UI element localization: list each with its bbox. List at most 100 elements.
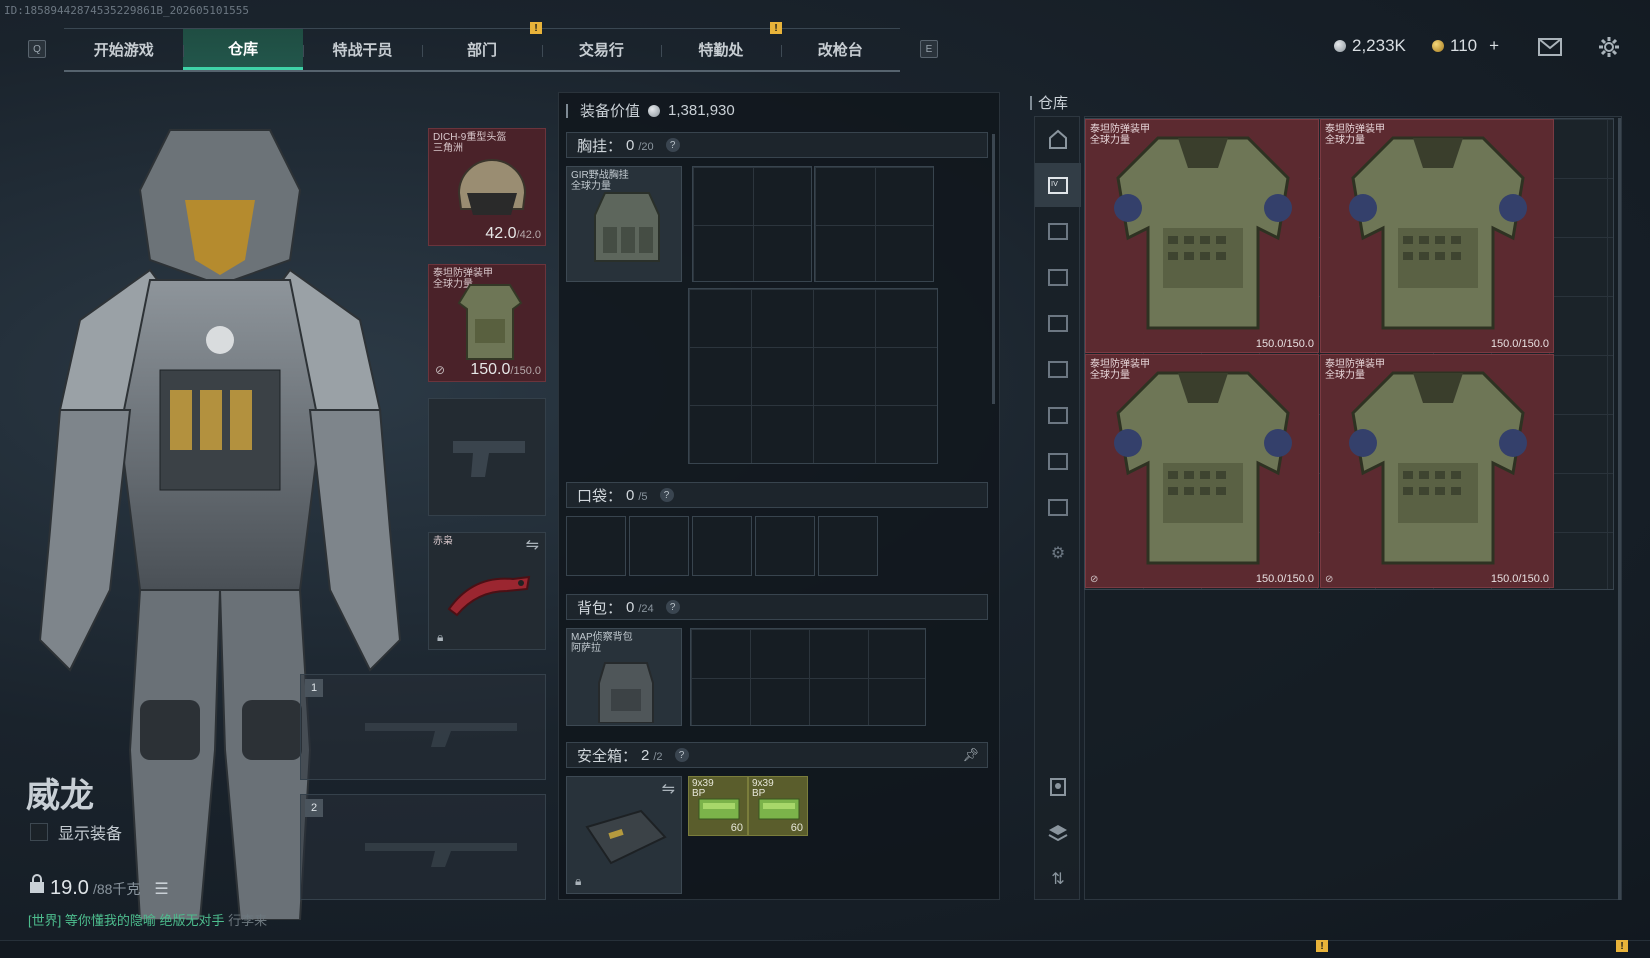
pistol-placeholder-icon	[453, 441, 525, 477]
rail-stash-page-4-icon[interactable]	[1035, 301, 1081, 345]
chest-rig-grid-b[interactable]	[814, 166, 934, 282]
safe-box-label: 安全箱：	[577, 747, 638, 765]
show-equipment-checkbox[interactable]	[30, 823, 48, 841]
backpack-item[interactable]: MAP侦察背包 阿萨拉	[566, 628, 682, 726]
prev-tab-key-hint: Q	[28, 40, 46, 58]
body-armor-icon	[457, 284, 523, 360]
swap-icon[interactable]: ⇋	[662, 779, 675, 799]
show-equipment-label: 显示装备	[58, 826, 123, 843]
settings-gear-icon[interactable]	[1598, 36, 1620, 63]
pistol-slot[interactable]	[428, 398, 546, 516]
rail-operator-icon[interactable]	[1035, 765, 1081, 809]
rifle-placeholder-icon	[365, 843, 517, 867]
silver-coin-icon	[1334, 40, 1346, 52]
melee-slot[interactable]: 赤枭 ⇋ 🔒︎	[428, 532, 546, 650]
help-icon[interactable]: ?	[659, 488, 674, 502]
chat-channel: [世界]	[28, 913, 62, 928]
pin-icon[interactable]: 📌︎	[962, 747, 979, 763]
ammo-item[interactable]: 9x39 BP 60	[748, 776, 808, 836]
rail-stash-page-6-icon[interactable]	[1035, 393, 1081, 437]
rail-stash-page-5-icon[interactable]	[1035, 347, 1081, 391]
gold-currency[interactable]: 110 +	[1432, 36, 1499, 56]
stash-item-durability: 150.0/150.0	[1490, 573, 1549, 585]
notification-badge-special-ops: !	[770, 22, 782, 34]
tab-operators[interactable]: 特战干员	[302, 29, 422, 70]
equipment-value-amount: 1,381,930	[668, 102, 735, 119]
armor-durability: 150.0/150.0	[470, 361, 541, 378]
stash-armor-item[interactable]: 泰坦防弹装甲 全球力量 ⊘ 150.0/150.0	[1085, 354, 1319, 588]
chest-rig-item[interactable]: GIR野战胸挂 全球力量	[566, 166, 682, 282]
stash-armor-item[interactable]: 泰坦防弹装甲 全球力量 ⊘ 150.0/150.0	[1320, 354, 1554, 588]
backpack-label: 背包：	[577, 599, 623, 617]
primary-weapon-slot-1[interactable]: 1	[300, 674, 546, 780]
world-chat-line[interactable]: [世界] 等你懂我的隐喻 绝版无对手 行李来	[28, 910, 267, 929]
pocket-slot[interactable]	[755, 516, 815, 576]
chest-rig-grid-c[interactable]	[688, 288, 938, 464]
help-icon[interactable]: ?	[665, 600, 680, 614]
tab-gunsmith[interactable]: 改枪台	[780, 29, 900, 70]
stash-armor-item[interactable]: 泰坦防弹装甲 全球力量 150.0/150.0	[1085, 119, 1319, 353]
safe-box-container[interactable]: ⇋ 🔒︎	[566, 776, 682, 894]
silver-coin-icon	[648, 104, 661, 117]
pocket-slot[interactable]	[818, 516, 878, 576]
stash-title: 仓库	[1030, 92, 1068, 113]
pocket-slot[interactable]	[629, 516, 689, 576]
primary-weapon-slot-2[interactable]: 2	[300, 794, 546, 900]
rail-stash-page-2-icon[interactable]	[1035, 209, 1081, 253]
rail-sort-icon[interactable]: ⇅	[1035, 857, 1081, 901]
tab-market[interactable]: 交易行	[541, 29, 661, 70]
stash-scrollbar[interactable]	[1618, 118, 1621, 900]
helmet-slot[interactable]: DICH-9重型头盔 三角洲 42.0/42.0	[428, 128, 546, 246]
chest-rig-count: 0	[626, 136, 635, 154]
rail-stash-page-7-icon[interactable]	[1035, 439, 1081, 483]
rail-all-icon[interactable]	[1035, 117, 1081, 161]
notification-badge: !	[1616, 940, 1628, 952]
body-armor-icon	[1114, 136, 1292, 330]
lock-icon: 🔒︎	[437, 630, 444, 644]
chest-rig-label: 胸挂：	[577, 137, 623, 155]
silver-amount: 2,233K	[1352, 36, 1406, 55]
safe-box-header: 安全箱： 2 /2 ? 📌︎	[566, 742, 988, 768]
pocket-slot[interactable]	[566, 516, 626, 576]
stash-armor-item[interactable]: 泰坦防弹装甲 全球力量 150.0/150.0	[1320, 119, 1554, 353]
pockets-count: 0	[626, 486, 635, 504]
stash-item-durability: 150.0/150.0	[1255, 573, 1314, 585]
weapon-slot-number: 1	[305, 679, 323, 697]
help-icon[interactable]: ?	[674, 748, 689, 762]
backpack-count: 0	[626, 598, 635, 616]
weight-details-icon[interactable]: ☰	[154, 879, 168, 899]
body-armor-icon	[1349, 136, 1527, 330]
ammo-item[interactable]: 9x39 BP 60	[688, 776, 748, 836]
mail-icon[interactable]	[1538, 38, 1562, 61]
pocket-slot[interactable]	[692, 516, 752, 576]
backpack-icon	[598, 662, 654, 723]
safe-box-count: 2	[641, 746, 650, 764]
tab-start-game[interactable]: 开始游戏	[64, 29, 183, 70]
loadout-scrollbar[interactable]	[992, 134, 995, 404]
rail-stash-page-1-icon[interactable]: IV	[1035, 163, 1081, 207]
backpack-capacity: /24	[638, 602, 654, 615]
chat-tail: 行李来	[228, 913, 268, 928]
armor-slot[interactable]: 泰坦防弹装甲 全球力量 ⊘ 150.0/150.0	[428, 264, 546, 382]
pockets-header: 口袋： 0 /5 ?	[566, 482, 988, 508]
rail-stash-page-8-icon[interactable]	[1035, 485, 1081, 529]
rail-stash-page-3-icon[interactable]	[1035, 255, 1081, 299]
tab-special-ops[interactable]: 特勤处	[661, 29, 780, 70]
rail-layers-icon[interactable]	[1035, 811, 1081, 855]
chest-rig-grid-a[interactable]	[692, 166, 812, 282]
tab-department[interactable]: 部门	[422, 29, 541, 70]
backpack-grid[interactable]	[690, 628, 926, 726]
stash-category-rail: IV ⚙ ⇅	[1034, 116, 1081, 901]
chat-message: 等你懂我的隐喻 绝版无对手	[64, 913, 225, 928]
swap-icon[interactable]: ⇋	[526, 535, 539, 555]
rail-settings-icon[interactable]: ⚙	[1035, 531, 1081, 575]
tab-warehouse[interactable]: 仓库	[183, 29, 303, 70]
chest-rig-icon	[594, 192, 660, 262]
ammo-count: 60	[790, 822, 803, 834]
help-icon[interactable]: ?	[665, 138, 680, 152]
operator-name: 威龙	[26, 777, 94, 815]
pockets-capacity: /5	[638, 490, 648, 503]
pockets-label: 口袋：	[577, 487, 623, 505]
show-equipment-toggle[interactable]: 显示装备	[30, 820, 122, 844]
add-gold-button[interactable]: +	[1489, 36, 1499, 56]
